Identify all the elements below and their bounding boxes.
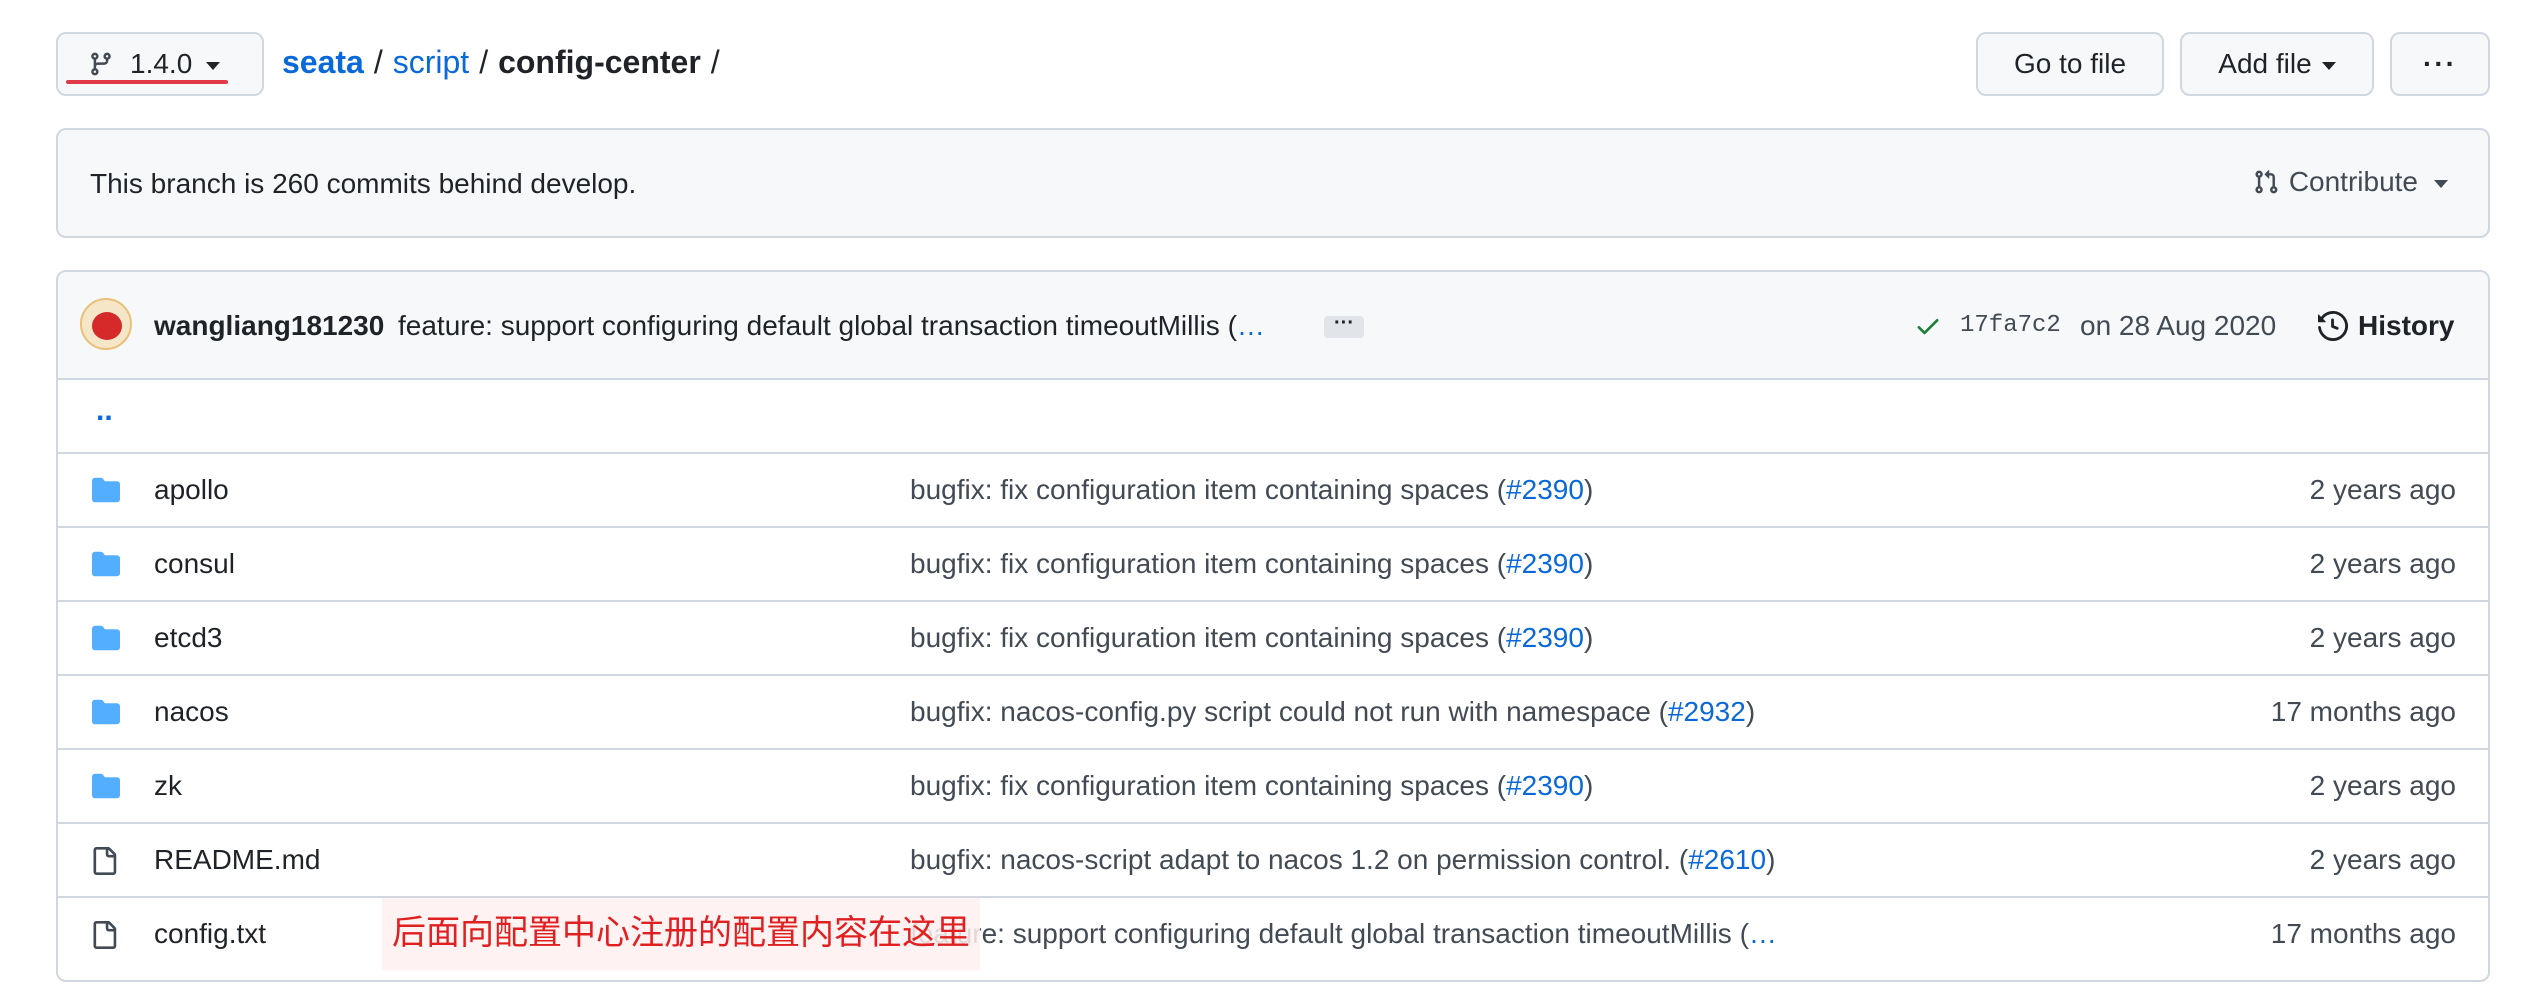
pull-request-link[interactable]: #2932 <box>1668 696 1746 727</box>
file-age: 2 years ago <box>2309 770 2456 801</box>
file-commit-tail: ) <box>1583 548 1594 579</box>
file-commit-tail: ) <box>1745 696 1756 727</box>
chevron-down-icon <box>206 62 221 70</box>
folder-icon <box>90 698 122 731</box>
red-underline-annotation <box>66 80 228 84</box>
add-file-label: Add file <box>2218 48 2312 79</box>
file-name-link[interactable]: etcd3 <box>154 622 223 654</box>
file-commit-tail: ) <box>1766 844 1776 875</box>
folder-icon <box>90 476 122 509</box>
folder-icon <box>90 772 122 805</box>
history-icon <box>2318 311 2348 341</box>
file-row[interactable]: nacos bugfix: nacos-config.py script coul… <box>58 676 2488 750</box>
file-row[interactable]: zk bugfix: fix configuration item contain… <box>58 750 2488 824</box>
history-link[interactable]: History <box>2318 310 2454 342</box>
commit-sha-link[interactable]: 17fa7c2 <box>1960 312 2061 339</box>
file-commit-text: feature: support configuring default glo… <box>910 918 1749 949</box>
branch-status-box: This branch is 260 commits behind develo… <box>56 128 2490 238</box>
commit-message-text: feature: support configuring default glo… <box>398 310 1237 341</box>
file-name-link[interactable]: consul <box>154 548 235 580</box>
file-table: wangliang181230 feature: support configu… <box>56 270 2490 982</box>
branch-selector-button[interactable]: 1.4.0 <box>56 32 264 96</box>
file-commit-tail: ) <box>1583 474 1594 505</box>
file-age: 2 years ago <box>2309 622 2456 653</box>
file-name-link[interactable]: config.txt <box>154 918 266 950</box>
file-commit-tail: ) <box>1583 770 1594 801</box>
contribute-label: Contribute <box>2288 166 2418 197</box>
file-commit-text: bugfix: fix configuration item containin… <box>910 770 1507 801</box>
file-age: 2 years ago <box>2309 548 2456 579</box>
latest-commit-bar: wangliang181230 feature: support configu… <box>58 272 2488 380</box>
file-commit-tail: ) <box>1583 622 1594 653</box>
contribute-button[interactable]: Contribute <box>2253 166 2448 198</box>
chevron-down-icon <box>2321 62 2336 70</box>
red-text-annotation: 后面向配置中心注册的配置内容在这里 <box>382 898 980 970</box>
pull-request-link[interactable]: … <box>1749 918 1777 949</box>
file-icon <box>90 920 118 955</box>
file-commit-text: bugfix: fix configuration item containin… <box>910 548 1507 579</box>
pull-request-icon <box>2255 169 2278 194</box>
file-commit-text: bugfix: fix configuration item containin… <box>910 474 1507 505</box>
file-row[interactable]: consul bugfix: fix configuration item con… <box>58 528 2488 602</box>
kebab-icon: ··· <box>2423 48 2457 79</box>
file-row[interactable]: apollo bugfix: fix configuration item con… <box>58 454 2488 528</box>
check-icon <box>1917 319 1939 335</box>
pull-request-link[interactable]: #2390 <box>1506 770 1584 801</box>
branch-name: 1.4.0 <box>130 48 193 79</box>
history-label: History <box>2358 310 2455 341</box>
file-commit-text: bugfix: fix configuration item containin… <box>910 622 1507 653</box>
pull-request-link[interactable]: #2390 <box>1506 474 1584 505</box>
breadcrumb-current: config-center <box>498 44 701 80</box>
avatar[interactable] <box>80 298 132 350</box>
breadcrumb-separator: / <box>479 44 489 80</box>
breadcrumb-separator: / <box>710 44 720 80</box>
file-commit-message[interactable]: feature: support configuring default glo… <box>910 918 1777 950</box>
pull-request-link[interactable]: #2390 <box>1506 622 1584 653</box>
breadcrumb: seata / script / config-center / <box>282 44 720 81</box>
pull-request-link[interactable]: #2610 <box>1688 844 1766 875</box>
file-commit-message[interactable]: bugfix: nacos-config.py script could not… <box>910 696 1755 728</box>
commit-author-link[interactable]: wangliang181230 <box>154 310 384 342</box>
avatar-image <box>92 312 122 340</box>
file-commit-message[interactable]: bugfix: fix configuration item containin… <box>910 548 1593 580</box>
file-icon <box>90 846 118 881</box>
chevron-down-icon <box>2434 180 2448 188</box>
folder-icon <box>90 550 122 583</box>
file-commit-message[interactable]: bugfix: fix configuration item containin… <box>910 770 1593 802</box>
more-options-button[interactable]: ··· <box>2390 32 2490 96</box>
git-branch-icon <box>91 52 111 76</box>
commit-message[interactable]: feature: support configuring default glo… <box>398 310 1265 342</box>
commit-date: on 28 Aug 2020 <box>2080 310 2277 341</box>
file-row[interactable]: README.md bugfix: nacos-script adapt to n… <box>58 824 2488 898</box>
folder-icon <box>90 624 122 657</box>
pull-request-link[interactable]: #2390 <box>1506 548 1584 579</box>
go-to-file-button[interactable]: Go to file <box>1976 32 2164 96</box>
commit-message-more-link[interactable]: … <box>1237 310 1265 341</box>
commit-expand-button[interactable]: ··· <box>1324 313 1364 338</box>
go-to-file-label: Go to file <box>2013 48 2127 79</box>
file-name-link[interactable]: apollo <box>154 474 229 506</box>
file-commit-message[interactable]: bugfix: nacos-script adapt to nacos 1.2 … <box>910 844 1775 876</box>
breadcrumb-dir-link[interactable]: script <box>393 44 469 81</box>
file-commit-text: bugfix: nacos-config.py script could not… <box>910 696 1668 727</box>
file-row[interactable]: etcd3 bugfix: fix configuration item cont… <box>58 602 2488 676</box>
add-file-button[interactable]: Add file <box>2180 32 2374 96</box>
file-age: 17 months ago <box>2270 696 2456 727</box>
file-name-link[interactable]: README.md <box>154 844 320 876</box>
file-name-link[interactable]: nacos <box>154 696 229 728</box>
file-commit-message[interactable]: bugfix: fix configuration item containin… <box>910 622 1593 654</box>
parent-directory-link[interactable]: .. <box>96 394 113 428</box>
file-age: 17 months ago <box>2270 918 2456 949</box>
file-age: 2 years ago <box>2309 474 2456 505</box>
file-row[interactable]: config.txt feature: support configuring d… <box>58 898 2488 972</box>
breadcrumb-separator: / <box>373 44 383 80</box>
file-age: 2 years ago <box>2309 844 2456 875</box>
file-commit-text: bugfix: nacos-script adapt to nacos 1.2 … <box>910 844 1689 875</box>
parent-directory-row[interactable]: .. <box>58 380 2488 454</box>
breadcrumb-repo-link[interactable]: seata <box>282 44 364 81</box>
branch-status-text: This branch is 260 commits behind develo… <box>90 168 637 199</box>
file-commit-message[interactable]: bugfix: fix configuration item containin… <box>910 474 1593 506</box>
file-name-link[interactable]: zk <box>154 770 182 802</box>
